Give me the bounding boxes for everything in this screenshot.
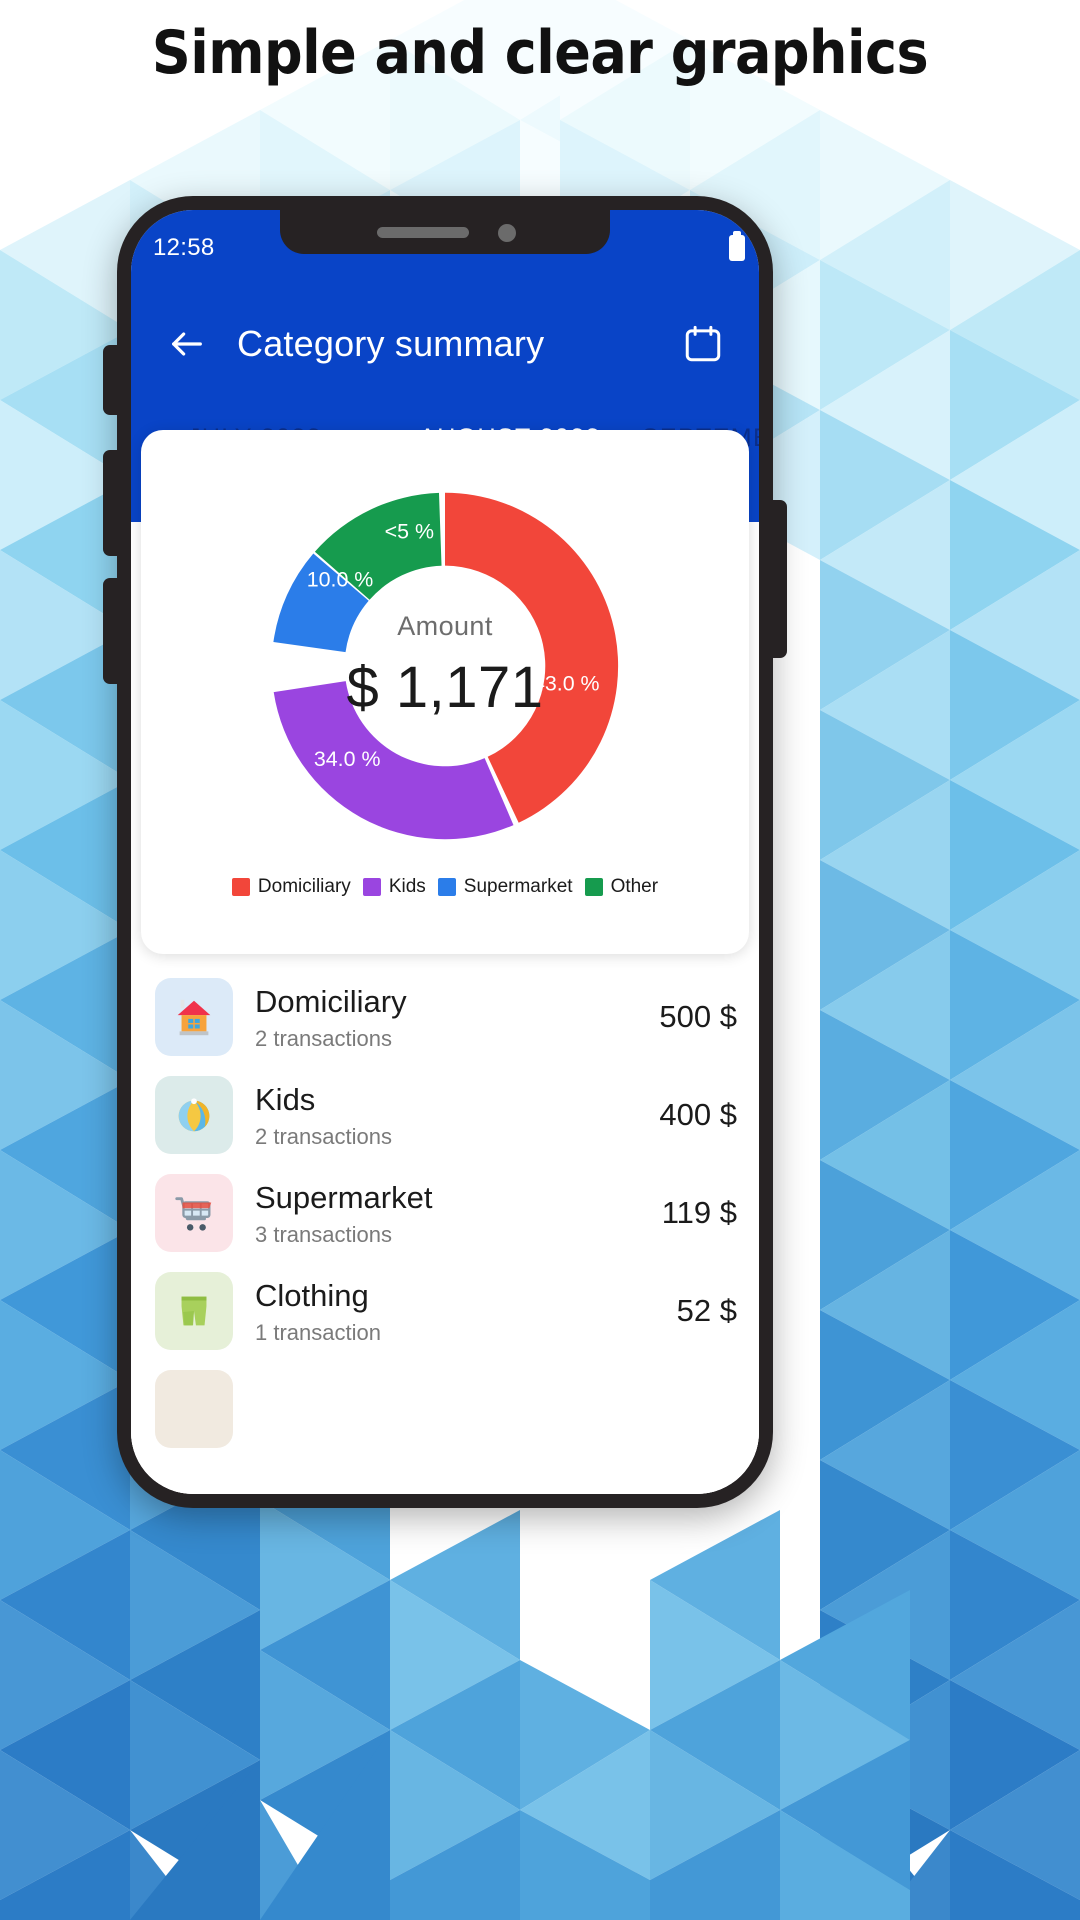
- shopping-cart-icon-glyph: [175, 1197, 212, 1231]
- promo-headline: Simple and clear graphics: [151, 18, 929, 88]
- slice-label-supermarket: 10.0 %: [307, 568, 374, 592]
- house-icon-glyph: [177, 999, 211, 1036]
- legend-swatch: [584, 878, 603, 896]
- house-icon: [155, 978, 233, 1056]
- donut-chart-svg: 43.0 % 34.0 % 10.0 % <5 %: [273, 492, 619, 840]
- shorts-icon: [155, 1272, 233, 1350]
- beach-ball-icon: [155, 1076, 233, 1154]
- phone-button-mute: [103, 345, 117, 415]
- partial-category-icon: [155, 1370, 233, 1448]
- app-bar-title-row: Category summary: [131, 302, 759, 386]
- list-item-subtitle: 2 transactions: [255, 1026, 392, 1051]
- list-item-text: Domiciliary 2 transactions: [255, 982, 659, 1052]
- phone-mockup: 12:58 Category summary 43.0 % 34.0 % 10.…: [117, 196, 773, 1508]
- donut-chart: 43.0 % 34.0 % 10.0 % <5 % Amount $ 1,171: [159, 452, 731, 880]
- list-item-title: Domiciliary: [255, 984, 407, 1019]
- phone-button-volume-down: [103, 578, 117, 684]
- list-item-amount: 500 $: [659, 999, 737, 1034]
- list-item-title: Supermarket: [255, 1180, 433, 1215]
- list-item-text: Kids 2 transactions: [255, 1080, 659, 1150]
- legend-swatch: [362, 878, 381, 896]
- list-item-partial[interactable]: [131, 1360, 759, 1458]
- calendar-icon: [685, 325, 721, 362]
- back-arrow-icon: [172, 332, 202, 356]
- list-item-amount: 400 $: [659, 1097, 737, 1132]
- list-item-text: Clothing 1 transaction: [255, 1276, 677, 1346]
- list-item[interactable]: Supermarket 3 transactions 119 $: [131, 1164, 759, 1262]
- list-item[interactable]: Kids 2 transactions 400 $: [131, 1066, 759, 1164]
- status-icons: [729, 231, 745, 261]
- phone-notch: [280, 210, 610, 254]
- battery-icon: [729, 231, 745, 261]
- earpiece-speaker: [377, 227, 469, 238]
- shopping-cart-icon: [155, 1174, 233, 1252]
- beach-ball-icon-glyph: [178, 1098, 210, 1132]
- slice-label-other: <5 %: [385, 520, 434, 544]
- slice-label-kids: 34.0 %: [314, 747, 381, 771]
- list-item[interactable]: Clothing 1 transaction 52 $: [131, 1262, 759, 1360]
- phone-button-power: [773, 500, 787, 658]
- list-item-subtitle: 2 transactions: [255, 1124, 392, 1149]
- list-item-amount: 52 $: [676, 1293, 737, 1328]
- page-title: Category summary: [237, 323, 545, 364]
- shorts-icon-glyph: [181, 1296, 207, 1326]
- slice-label-domiciliary: 43.0 %: [533, 671, 600, 695]
- list-item-title: Clothing: [255, 1278, 369, 1313]
- list-item-amount: 119 $: [661, 1195, 737, 1230]
- chart-card: 43.0 % 34.0 % 10.0 % <5 % Amount $ 1,171: [141, 430, 749, 954]
- donut-slice-kids[interactable]: [273, 681, 514, 840]
- list-item-text: Supermarket 3 transactions: [255, 1178, 662, 1248]
- screen-body: 43.0 % 34.0 % 10.0 % <5 % Amount $ 1,171: [131, 430, 759, 1494]
- list-item-title: Kids: [255, 1082, 316, 1117]
- legend-swatch: [437, 878, 456, 896]
- phone-button-volume-up: [103, 450, 117, 556]
- list-item-subtitle: 1 transaction: [255, 1320, 381, 1345]
- list-item-subtitle: 3 transactions: [255, 1222, 392, 1247]
- status-time: 12:58: [153, 234, 215, 261]
- front-camera: [498, 224, 516, 242]
- back-button[interactable]: [159, 316, 215, 372]
- phone-screen: 12:58 Category summary 43.0 % 34.0 % 10.…: [131, 210, 759, 1494]
- category-list[interactable]: Domiciliary 2 transactions 500 $ Kids 2 …: [131, 968, 759, 1494]
- list-item[interactable]: Domiciliary 2 transactions 500 $: [131, 968, 759, 1066]
- calendar-button[interactable]: [675, 316, 731, 372]
- legend-swatch: [231, 878, 250, 896]
